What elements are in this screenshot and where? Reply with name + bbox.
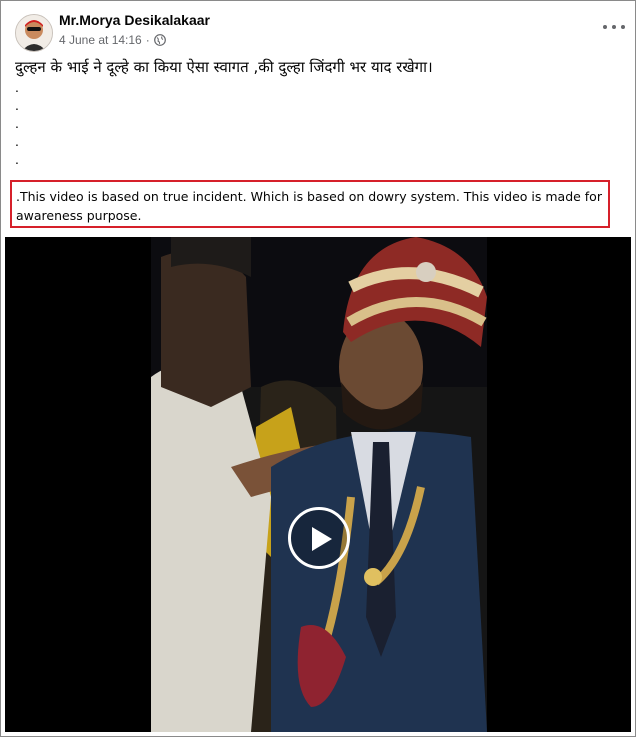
video-thumbnail: [151, 237, 487, 732]
highlighted-disclaimer: .This video is based on true incident. W…: [10, 180, 610, 228]
avatar[interactable]: [15, 14, 53, 52]
video-player[interactable]: [5, 237, 631, 732]
post-meta: 4 June at 14:16 ·: [59, 33, 166, 47]
dot-line: .: [15, 115, 19, 131]
more-options-icon[interactable]: [603, 20, 625, 34]
globe-icon[interactable]: [153, 34, 166, 46]
play-icon[interactable]: [288, 507, 350, 569]
post-caption: दुल्हन के भाई ने दूल्हे का किया ऐसा स्वा…: [15, 58, 433, 76]
caption-dots: . . . . .: [15, 78, 19, 168]
meta-separator: ·: [145, 33, 150, 47]
post-header: Mr.Morya Desikalakaar 4 June at 14:16 ·: [15, 12, 625, 52]
author-name[interactable]: Mr.Morya Desikalakaar: [59, 12, 210, 28]
dot-line: .: [15, 79, 19, 95]
dot-line: .: [15, 151, 19, 167]
dot-line: .: [15, 97, 19, 113]
dot-line: .: [15, 133, 19, 149]
post-date[interactable]: 4 June at 14:16: [59, 33, 142, 47]
avatar-image: [16, 15, 52, 51]
